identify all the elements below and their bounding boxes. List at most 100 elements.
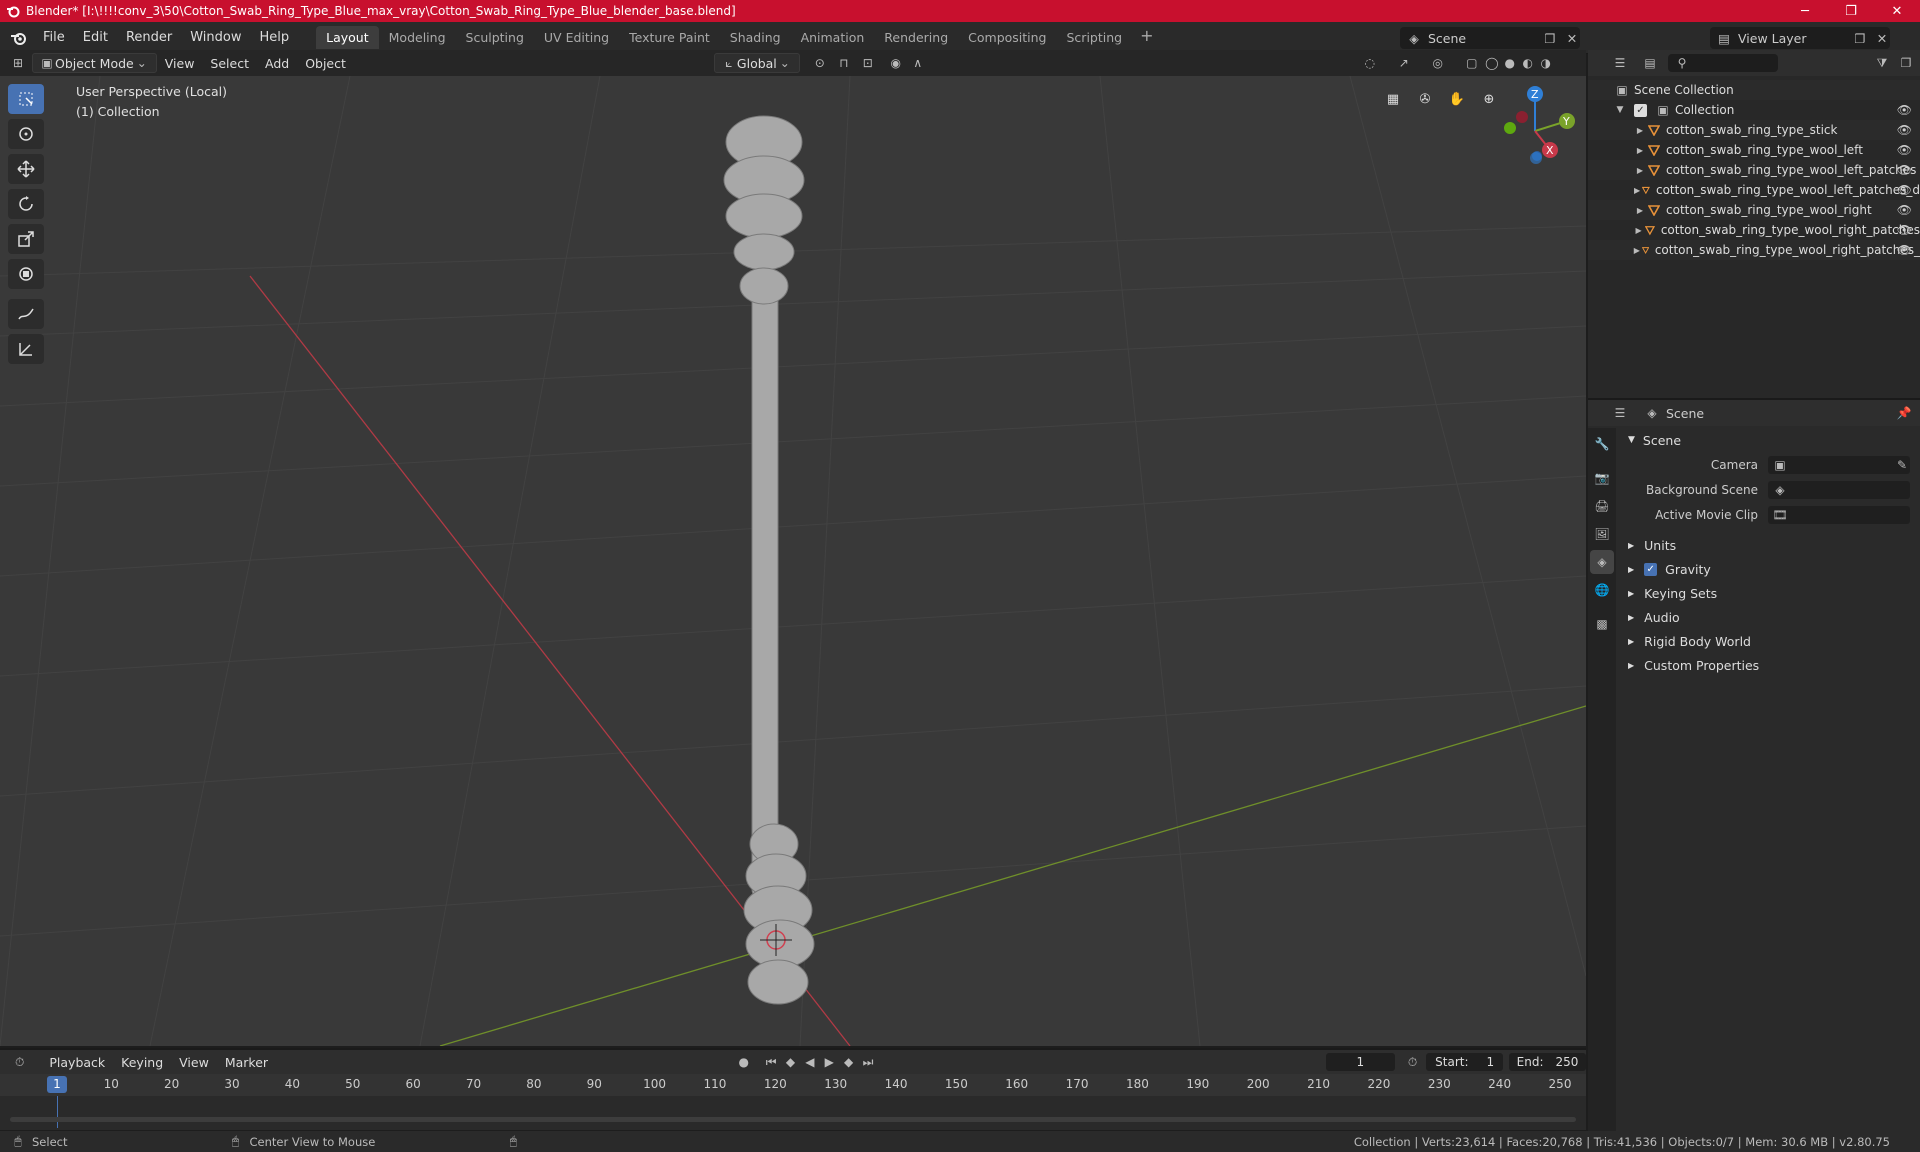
tab-animation[interactable]: Animation xyxy=(791,26,875,49)
rigid-body-world-panel[interactable]: ▶ Rigid Body World xyxy=(1620,629,1916,653)
timeline-editor-icon[interactable]: ⏱ xyxy=(12,1054,27,1070)
tab-shading[interactable]: Shading xyxy=(720,26,791,49)
chevron-right-icon[interactable]: ▶ xyxy=(1632,122,1648,138)
delete-scene-icon[interactable]: ✕ xyxy=(1564,30,1580,46)
mode-dropdown[interactable]: ▣ Object Mode ⌄ xyxy=(32,53,157,73)
start-frame-field[interactable]: Start: 1 xyxy=(1426,1053,1504,1071)
tab-layout[interactable]: Layout xyxy=(316,26,379,49)
eye-icon[interactable]: 👁 xyxy=(1897,203,1912,217)
transform-tool[interactable] xyxy=(8,259,44,289)
jump-keyframe-forward-icon[interactable]: ◆ xyxy=(841,1054,856,1070)
blender-menu-icon[interactable] xyxy=(4,27,34,49)
outliner-item[interactable]: ▶ cotton_swab_ring_type_wool_right 👁 xyxy=(1588,200,1920,220)
menu-render[interactable]: Render xyxy=(117,30,181,45)
scene-collection-row[interactable]: ▣ Scene Collection xyxy=(1588,80,1920,100)
tab-rendering[interactable]: Rendering xyxy=(874,26,958,49)
menu-playback[interactable]: Playback xyxy=(41,1055,113,1070)
tab-compositing[interactable]: Compositing xyxy=(958,26,1056,49)
close-button[interactable]: ✕ xyxy=(1874,0,1920,22)
pin-icon[interactable]: 📌 xyxy=(1896,405,1912,421)
menu-view[interactable]: View xyxy=(157,56,203,71)
jump-keyframe-back-icon[interactable]: ◆ xyxy=(783,1054,798,1070)
chevron-right-icon[interactable]: ▶ xyxy=(1632,202,1648,218)
outliner-item[interactable]: ▶ cotton_swab_ring_type_wool_left 👁 xyxy=(1588,140,1920,160)
delete-view-layer-icon[interactable]: ✕ xyxy=(1874,30,1890,46)
tab-texture-paint[interactable]: Texture Paint xyxy=(619,26,720,49)
gravity-checkbox[interactable]: ✓ xyxy=(1644,562,1658,576)
chevron-right-icon[interactable]: ▶ xyxy=(1632,182,1642,198)
scene-selector[interactable]: ◈ Scene ❐ ✕ xyxy=(1400,27,1580,49)
menu-keying[interactable]: Keying xyxy=(113,1055,171,1070)
scene-tab-icon[interactable]: ◈ xyxy=(1590,550,1614,574)
custom-properties-panel[interactable]: ▶ Custom Properties xyxy=(1620,653,1916,677)
select-box-tool[interactable] xyxy=(8,84,44,114)
rendered-shading-icon[interactable]: ◑ xyxy=(1538,55,1554,71)
current-frame-field[interactable]: 1 xyxy=(1325,1053,1395,1071)
timeline-scrollbar[interactable] xyxy=(10,1117,1576,1122)
add-workspace-button[interactable]: + xyxy=(1132,26,1161,49)
menu-object[interactable]: Object xyxy=(297,56,354,71)
outliner-editor-icon[interactable]: ☰ xyxy=(1612,55,1628,71)
eye-icon[interactable]: 👁 xyxy=(1897,103,1912,117)
annotate-tool[interactable] xyxy=(8,299,44,329)
camera-view-icon[interactable]: ✇ xyxy=(1412,86,1438,112)
menu-timeline-view[interactable]: View xyxy=(171,1055,217,1070)
new-collection-icon[interactable]: ❐ xyxy=(1898,55,1914,71)
menu-edit[interactable]: Edit xyxy=(74,30,117,45)
tab-sculpting[interactable]: Sculpting xyxy=(456,26,534,49)
output-properties-tab-icon[interactable]: 🖨 xyxy=(1590,494,1614,518)
jump-end-icon[interactable]: ⏭ xyxy=(860,1054,875,1070)
menu-select[interactable]: Select xyxy=(202,56,257,71)
tab-scripting[interactable]: Scripting xyxy=(1057,26,1133,49)
measure-tool[interactable] xyxy=(8,334,44,364)
chevron-right-icon[interactable]: ▶ xyxy=(1632,242,1642,258)
xray-toggle-icon[interactable]: ▢ xyxy=(1464,55,1480,71)
maximize-button[interactable]: ❐ xyxy=(1828,0,1874,22)
eye-icon[interactable]: 👁 xyxy=(1897,223,1912,237)
toggle-grid-icon[interactable]: ▦ xyxy=(1380,86,1406,112)
background-scene-field[interactable]: ◈ xyxy=(1768,480,1910,499)
outliner-item[interactable]: ▶ cotton_swab_ring_type_wool_left_patche… xyxy=(1588,160,1920,180)
snap-icon[interactable]: ⊓ xyxy=(836,55,852,71)
eye-icon[interactable]: 👁 xyxy=(1897,183,1912,197)
units-panel[interactable]: ▶ Units xyxy=(1620,533,1916,557)
chevron-right-icon[interactable]: ▶ xyxy=(1632,162,1648,178)
play-icon[interactable]: ▶ xyxy=(822,1054,837,1070)
move-tool[interactable] xyxy=(8,154,44,184)
menu-marker[interactable]: Marker xyxy=(217,1055,276,1070)
end-frame-field[interactable]: End: 250 xyxy=(1509,1053,1586,1071)
eye-icon[interactable]: 👁 xyxy=(1897,123,1912,137)
texture-tab-icon[interactable]: ▩ xyxy=(1590,612,1614,636)
chevron-right-icon[interactable]: ▶ xyxy=(1632,222,1645,238)
cursor-tool[interactable] xyxy=(8,119,44,149)
wireframe-shading-icon[interactable]: ◯ xyxy=(1484,55,1500,71)
scene-panel-header[interactable]: ▼ Scene xyxy=(1620,428,1916,452)
outliner-item[interactable]: ▶ cotton_swab_ring_type_wool_right_patch… xyxy=(1588,220,1920,240)
record-icon[interactable]: ● xyxy=(736,1054,751,1070)
world-tab-icon[interactable]: 🌐 xyxy=(1590,578,1614,602)
collection-checkbox[interactable]: ✓ xyxy=(1634,103,1647,117)
outliner-item[interactable]: ▶ cotton_swab_ring_type_stick 👁 xyxy=(1588,120,1920,140)
eye-icon[interactable]: 👁 xyxy=(1897,143,1912,157)
outliner-search-input[interactable]: ⚲ xyxy=(1668,54,1778,72)
active-movie-clip-field[interactable]: 🎞 xyxy=(1768,505,1910,524)
tab-uv-editing[interactable]: UV Editing xyxy=(534,26,619,49)
minimize-button[interactable]: ─ xyxy=(1782,0,1828,22)
solid-shading-icon[interactable]: ● xyxy=(1502,55,1518,71)
view-layer-tab-icon[interactable]: 🖼 xyxy=(1590,522,1614,546)
tab-modeling[interactable]: Modeling xyxy=(379,26,456,49)
tool-properties-tab-icon[interactable]: 🔧 xyxy=(1590,432,1614,456)
timeline-ruler[interactable]: 1 10 20 30 40 50 60 70 80 90 100 110 120 130 140 150 160… xyxy=(0,1074,1586,1096)
camera-field[interactable]: ▣ ✎ xyxy=(1768,455,1910,474)
overlay-toggle-icon[interactable]: ◎ xyxy=(1430,55,1446,71)
pan-hand-icon[interactable]: ✋ xyxy=(1444,86,1470,112)
menu-help[interactable]: Help xyxy=(251,30,299,45)
filter-icon[interactable]: ⧩ xyxy=(1874,55,1890,71)
gizmo-toggle-icon[interactable]: ↗ xyxy=(1396,55,1412,71)
eye-icon[interactable]: 👁 xyxy=(1897,243,1912,257)
jump-start-icon[interactable]: ⏮ xyxy=(763,1054,778,1070)
eye-icon[interactable]: 👁 xyxy=(1897,163,1912,177)
stopwatch-icon[interactable]: ⏱ xyxy=(1405,1054,1420,1070)
visibility-icon[interactable]: ◌ xyxy=(1362,55,1378,71)
falloff-icon[interactable]: ∧ xyxy=(910,55,926,71)
